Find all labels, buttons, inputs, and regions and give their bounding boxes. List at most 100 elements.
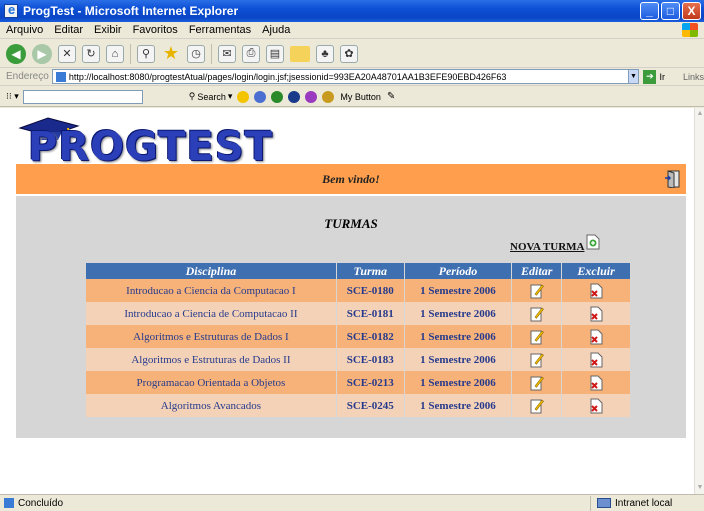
table-header-row: Disciplina Turma Período Editar Excluir [86, 263, 630, 279]
new-class-link-container: NOVA TURMA [510, 234, 600, 253]
turma-cell[interactable]: SCE-0180 [336, 279, 404, 302]
disciplina-cell[interactable]: Algoritmos e Estruturas de Dados I [86, 325, 336, 348]
minimize-button[interactable]: _ [640, 2, 659, 20]
folder-icon[interactable] [290, 45, 310, 62]
favorites-star-icon[interactable]: ★ [161, 43, 181, 64]
zone-text: Intranet local [615, 497, 673, 509]
go-button-label[interactable]: Ir [659, 72, 665, 82]
forward-arrow-icon[interactable]: ▶ [32, 43, 52, 64]
section-title: TURMAS [324, 216, 378, 231]
delete-cell [562, 371, 630, 394]
edit-cell [512, 394, 562, 417]
edit-cell [512, 371, 562, 394]
edit-icon[interactable] [530, 375, 544, 391]
window-title: ProgTest - Microsoft Internet Explorer [23, 4, 239, 18]
delete-icon[interactable] [589, 375, 603, 391]
logout-door-icon[interactable] [664, 170, 680, 188]
menu-exibir[interactable]: Exibir [94, 24, 122, 36]
periodo-cell: 1 Semestre 2006 [404, 348, 512, 371]
delete-cell [562, 394, 630, 417]
search-button[interactable]: ⚲ Search ▾ [189, 91, 233, 102]
periodo-cell: 1 Semestre 2006 [404, 394, 512, 417]
turma-cell[interactable]: SCE-0245 [336, 394, 404, 417]
turma-cell[interactable]: SCE-0181 [336, 302, 404, 325]
disciplina-cell[interactable]: Programacao Orientada a Objetos [86, 371, 336, 394]
menu-arquivo[interactable]: Arquivo [6, 24, 43, 36]
edit-icon[interactable]: ▤ [266, 44, 284, 63]
turma-cell[interactable]: SCE-0182 [336, 325, 404, 348]
toolbar-grip-icon[interactable]: ⁝⁝ ▾ [6, 91, 19, 102]
play-icon[interactable] [271, 90, 284, 103]
disciplina-cell[interactable]: Introducao a Ciencia de Computacao II [86, 302, 336, 325]
delete-icon[interactable] [589, 306, 603, 322]
periodo-cell: 1 Semestre 2006 [404, 302, 512, 325]
table-row: Introducao a Ciencia da Computacao I SCE… [86, 279, 630, 302]
disciplina-cell[interactable]: Algoritmos e Estruturas de Dados II [86, 348, 336, 371]
search-input[interactable] [22, 89, 143, 104]
delete-icon[interactable] [589, 329, 603, 345]
toolbar-separator [211, 43, 212, 64]
window-controls: _ □ X [640, 2, 701, 20]
pencil-icon[interactable]: ✎ [387, 91, 395, 102]
stop-icon[interactable]: ✕ [58, 44, 76, 63]
turma-cell[interactable]: SCE-0213 [336, 371, 404, 394]
delete-icon[interactable] [589, 352, 603, 368]
menu-editar[interactable]: Editar [54, 24, 83, 36]
table-row: Algoritmos Avancados SCE-0245 1 Semestre… [86, 394, 630, 417]
delete-icon[interactable] [589, 398, 603, 414]
search-magnifier-icon: ⚲ [188, 91, 196, 101]
new-document-icon[interactable] [586, 234, 600, 250]
maximize-button[interactable]: □ [661, 2, 680, 20]
screen-icon[interactable] [254, 90, 267, 103]
menu-ajuda[interactable]: Ajuda [262, 24, 290, 36]
print-icon[interactable]: ⎙ [242, 44, 260, 63]
status-left: Concluído [0, 498, 590, 509]
my-button[interactable]: My Button [340, 92, 381, 102]
new-class-link[interactable]: NOVA TURMA [510, 241, 584, 253]
vertical-scrollbar[interactable]: ▲ ▼ [694, 108, 704, 494]
edit-cell [512, 348, 562, 371]
edit-icon[interactable] [530, 352, 544, 368]
edit-icon[interactable] [530, 306, 544, 322]
turmas-panel: TURMAS NOVA TURMA Disciplina Turma Perío… [16, 196, 686, 438]
close-button[interactable]: X [682, 2, 701, 20]
delete-icon[interactable] [589, 283, 603, 299]
back-arrow-icon[interactable]: ◀ [6, 43, 26, 64]
menu-favoritos[interactable]: Favoritos [133, 24, 178, 36]
refresh-icon[interactable]: ↻ [82, 44, 100, 63]
messenger-icon[interactable]: ♣ [316, 44, 334, 63]
scroll-up-arrow-icon[interactable]: ▲ [696, 110, 704, 118]
tools-icon[interactable] [322, 90, 335, 103]
smiley-icon[interactable] [237, 90, 250, 103]
home-icon[interactable]: ⌂ [106, 44, 124, 63]
table-row: Algoritmos e Estruturas de Dados II SCE-… [86, 348, 630, 371]
delete-cell [562, 302, 630, 325]
info-icon[interactable] [288, 90, 301, 103]
mail-icon[interactable]: ✉ [218, 44, 236, 63]
go-arrow-icon[interactable]: ➔ [643, 69, 657, 84]
edit-icon[interactable] [530, 398, 544, 414]
search-icon[interactable]: ⚲ [137, 44, 155, 63]
address-input[interactable]: http://localhost:8080/progtestAtual/page… [51, 69, 629, 84]
disciplina-cell[interactable]: Introducao a Ciencia da Computacao I [86, 279, 336, 302]
delete-cell [562, 325, 630, 348]
edit-icon[interactable] [530, 329, 544, 345]
address-dropdown-icon[interactable]: ▼ [627, 69, 640, 84]
scroll-down-arrow-icon[interactable]: ▼ [696, 484, 704, 492]
address-url: http://localhost:8080/progtestAtual/page… [68, 71, 507, 82]
disciplina-cell[interactable]: Algoritmos Avancados [86, 394, 336, 417]
windows-logo-icon [682, 23, 698, 37]
edit-icon[interactable] [530, 283, 544, 299]
media-icon[interactable]: ✿ [340, 44, 358, 63]
address-bar: Endereço http://localhost:8080/progtestA… [0, 68, 704, 86]
column-header-periodo: Período [404, 263, 512, 279]
window-titlebar: ProgTest - Microsoft Internet Explorer _… [0, 0, 704, 22]
turmas-table: Disciplina Turma Período Editar Excluir … [85, 263, 631, 417]
turma-cell[interactable]: SCE-0183 [336, 348, 404, 371]
column-header-editar: Editar [512, 263, 562, 279]
calendar-icon[interactable] [305, 90, 318, 103]
intranet-zone-icon [597, 498, 611, 508]
history-icon[interactable]: ◷ [187, 44, 205, 63]
links-button[interactable]: Links [683, 72, 704, 82]
menu-ferramentas[interactable]: Ferramentas [189, 24, 251, 36]
